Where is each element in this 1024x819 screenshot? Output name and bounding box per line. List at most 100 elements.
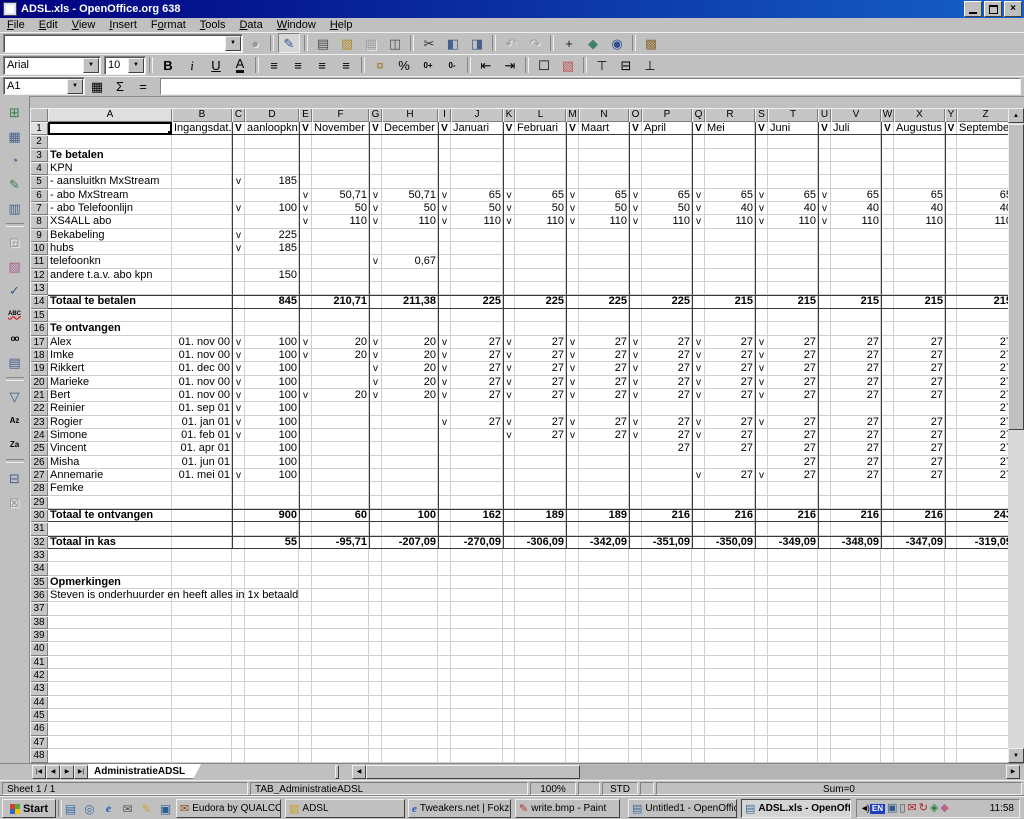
menu-help[interactable]: Help: [323, 19, 360, 32]
cell-X18[interactable]: 27: [894, 349, 945, 362]
cell-D11[interactable]: [245, 255, 299, 268]
cell-U8[interactable]: v: [818, 215, 831, 228]
cell-E40[interactable]: [299, 642, 312, 655]
insert-chart-button[interactable]: ◔: [4, 150, 26, 170]
cell-Z6[interactable]: 65: [957, 189, 1008, 202]
cell-E47[interactable]: [299, 736, 312, 749]
cell-U27[interactable]: [818, 469, 831, 482]
cell-X41[interactable]: [894, 656, 945, 669]
cell-O19[interactable]: v: [629, 362, 642, 375]
cell-E13[interactable]: [299, 282, 312, 295]
cell-O33[interactable]: [629, 549, 642, 562]
cell-P12[interactable]: [642, 269, 692, 282]
cell-B40[interactable]: [172, 642, 232, 655]
cell-I34[interactable]: [438, 562, 451, 575]
menu-file[interactable]: File: [0, 19, 32, 32]
cell-K19[interactable]: v: [503, 362, 515, 375]
cell-Z5[interactable]: [957, 175, 1008, 188]
cell-B15[interactable]: [172, 309, 232, 322]
cell-L38[interactable]: [515, 616, 566, 629]
cell-N7[interactable]: 50: [579, 202, 629, 215]
cell-Q41[interactable]: [692, 656, 705, 669]
cell-J22[interactable]: [451, 402, 503, 415]
cell-G29[interactable]: [369, 496, 382, 509]
column-header-J[interactable]: J: [451, 108, 503, 122]
cell-X15[interactable]: [894, 309, 945, 322]
cell-Z46[interactable]: [957, 722, 1008, 735]
cell-W15[interactable]: [881, 309, 894, 322]
form-functions-button[interactable]: ▥: [4, 198, 26, 218]
cell-C42[interactable]: [232, 669, 245, 682]
cell-E25[interactable]: [299, 442, 312, 455]
cell-R6[interactable]: 65: [705, 189, 755, 202]
cell-T24[interactable]: 27: [768, 429, 818, 442]
cell-D25[interactable]: 100: [245, 442, 299, 455]
row-header-31[interactable]: 31: [30, 522, 48, 535]
cell-Z29[interactable]: [957, 496, 1008, 509]
cell-M41[interactable]: [566, 656, 579, 669]
borders-button[interactable]: ☐: [533, 55, 555, 75]
cell-C33[interactable]: [232, 549, 245, 562]
cell-Z4[interactable]: [957, 162, 1008, 175]
cell-F45[interactable]: [312, 709, 369, 722]
cell-D35[interactable]: [245, 576, 299, 589]
cell-G45[interactable]: [369, 709, 382, 722]
column-header-S[interactable]: S: [755, 108, 768, 122]
cell-V46[interactable]: [831, 722, 881, 735]
row-header-22[interactable]: 22: [30, 402, 48, 415]
start-button[interactable]: Start: [2, 799, 56, 818]
cell-M20[interactable]: v: [566, 376, 579, 389]
cell-J11[interactable]: [451, 255, 503, 268]
cell-E29[interactable]: [299, 496, 312, 509]
cell-I39[interactable]: [438, 629, 451, 642]
cell-O34[interactable]: [629, 562, 642, 575]
spellcheck-button[interactable]: ✓: [4, 280, 26, 300]
cell-X35[interactable]: [894, 576, 945, 589]
cell-B41[interactable]: [172, 656, 232, 669]
cell-G48[interactable]: [369, 749, 382, 762]
cell-C45[interactable]: [232, 709, 245, 722]
cell-L32[interactable]: -306,09: [515, 536, 566, 549]
cell-L9[interactable]: [515, 229, 566, 242]
cell-Y47[interactable]: [945, 736, 957, 749]
cell-T37[interactable]: [768, 602, 818, 615]
cell-P23[interactable]: 27: [642, 416, 692, 429]
cell-W1[interactable]: V: [881, 122, 894, 135]
cell-S31[interactable]: [755, 522, 768, 535]
cell-P35[interactable]: [642, 576, 692, 589]
cell-N5[interactable]: [579, 175, 629, 188]
cell-X36[interactable]: [894, 589, 945, 602]
cell-Y32[interactable]: [945, 536, 957, 549]
column-header-Z[interactable]: Z: [957, 108, 1008, 122]
cell-B2[interactable]: [172, 135, 232, 148]
cell-L11[interactable]: [515, 255, 566, 268]
cell-Q5[interactable]: [692, 175, 705, 188]
cell-E33[interactable]: [299, 549, 312, 562]
cell-V22[interactable]: [831, 402, 881, 415]
cell-K29[interactable]: [503, 496, 515, 509]
cell-G6[interactable]: v: [369, 189, 382, 202]
cell-S7[interactable]: v: [755, 202, 768, 215]
cell-G26[interactable]: [369, 456, 382, 469]
cell-O21[interactable]: v: [629, 389, 642, 402]
cell-O24[interactable]: v: [629, 429, 642, 442]
cell-Z32[interactable]: -319,09: [957, 536, 1008, 549]
cell-M34[interactable]: [566, 562, 579, 575]
cell-Z19[interactable]: 27: [957, 362, 1008, 375]
cell-X24[interactable]: 27: [894, 429, 945, 442]
cell-F30[interactable]: 60: [312, 509, 369, 522]
cell-J6[interactable]: 65: [451, 189, 503, 202]
cell-Q23[interactable]: v: [692, 416, 705, 429]
cell-C3[interactable]: [232, 149, 245, 162]
cell-G32[interactable]: [369, 536, 382, 549]
cell-Y39[interactable]: [945, 629, 957, 642]
cell-M2[interactable]: [566, 135, 579, 148]
cell-P16[interactable]: [642, 322, 692, 335]
cell-A19[interactable]: Rikkert: [48, 362, 172, 375]
cell-D14[interactable]: 845: [245, 295, 299, 308]
cell-H8[interactable]: 110: [382, 215, 438, 228]
cell-M6[interactable]: v: [566, 189, 579, 202]
cell-L26[interactable]: [515, 456, 566, 469]
cell-I31[interactable]: [438, 522, 451, 535]
cell-N18[interactable]: 27: [579, 349, 629, 362]
